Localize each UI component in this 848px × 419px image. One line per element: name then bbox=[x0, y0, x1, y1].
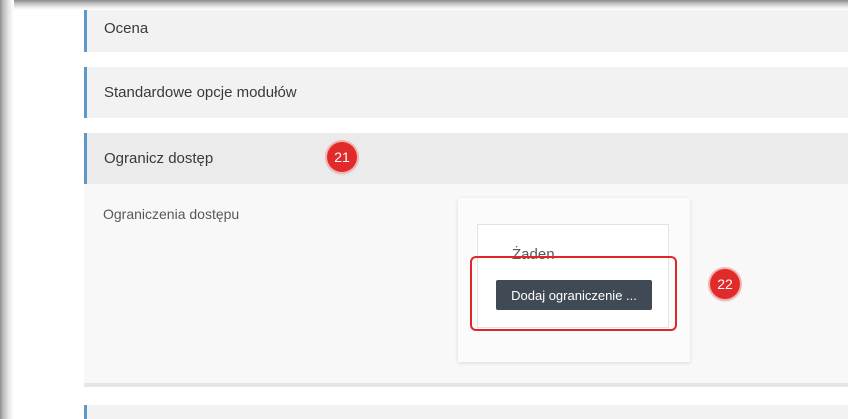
section-ocena-label: Ocena bbox=[104, 20, 149, 37]
access-restrictions-label: Ograniczenia dostępu bbox=[103, 206, 240, 222]
annotation-badge-22: 22 bbox=[710, 269, 740, 299]
section-ocena[interactable]: Ocena bbox=[84, 10, 848, 52]
section-restrict-access[interactable]: Ogranicz dostęp bbox=[84, 133, 848, 184]
section-next-partial[interactable] bbox=[84, 405, 848, 419]
screenshot-frame-top bbox=[0, 0, 848, 10]
annotation-badge-21: 21 bbox=[327, 142, 357, 172]
screenshot-frame-left bbox=[0, 0, 14, 419]
section-standard-options[interactable]: Standardowe opcje modułów bbox=[84, 67, 848, 118]
section-standard-options-label: Standardowe opcje modułów bbox=[104, 84, 297, 101]
section-restrict-access-label: Ogranicz dostęp bbox=[104, 150, 214, 167]
annotation-highlight-box bbox=[470, 256, 677, 331]
